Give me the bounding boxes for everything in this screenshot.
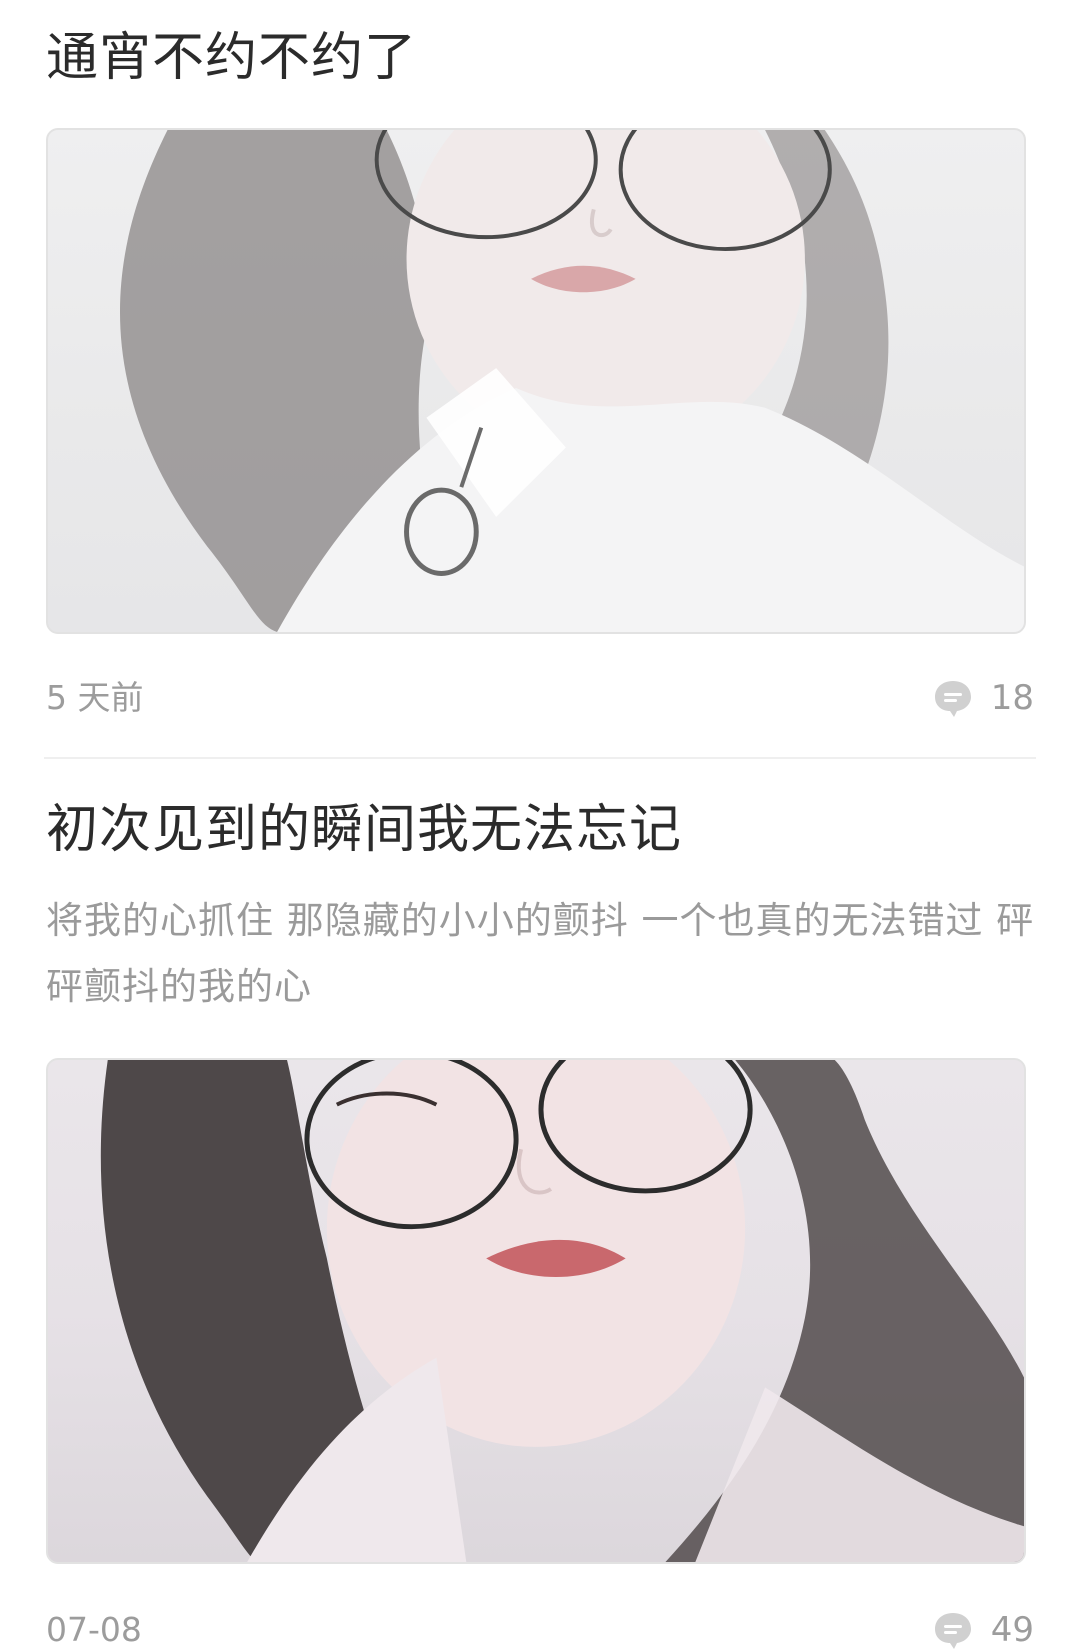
portrait-photo-image bbox=[100, 1060, 1024, 1562]
post-time: 5 天前 bbox=[46, 678, 144, 717]
comments-button[interactable]: 49 bbox=[933, 1608, 1034, 1652]
comment-count: 18 bbox=[990, 678, 1034, 718]
post-excerpt: 将我的心抓住 那隐藏的小小的颤抖 一个也真的无法错过 砰砰颤抖的我的心 bbox=[46, 899, 1035, 1008]
post-title[interactable]: 通宵不约不约了 bbox=[46, 28, 417, 88]
comment-bubble-icon bbox=[934, 1613, 971, 1649]
post-feed: 通宵不约不约了 5 天前 18 初次见到的瞬间我无法忘记 将我的心抓住 那隐藏的… bbox=[0, 0, 1080, 1650]
post-card[interactable]: 通宵不约不约了 5 天前 18 bbox=[0, 0, 1080, 758]
portrait-photo-image bbox=[119, 130, 1024, 632]
post-photo[interactable] bbox=[46, 1058, 1026, 1564]
comment-count: 49 bbox=[990, 1610, 1034, 1650]
post-meta: 07-08 49 bbox=[46, 1608, 1034, 1652]
comment-bubble-icon bbox=[934, 681, 971, 717]
post-card[interactable]: 初次见到的瞬间我无法忘记 将我的心抓住 那隐藏的小小的颤抖 一个也真的无法错过 … bbox=[0, 758, 1080, 1650]
post-title[interactable]: 初次见到的瞬间我无法忘记 bbox=[46, 800, 682, 860]
comments-button[interactable]: 18 bbox=[933, 676, 1034, 720]
post-photo[interactable] bbox=[46, 128, 1026, 634]
post-time: 07-08 bbox=[46, 1610, 142, 1649]
post-meta: 5 天前 18 bbox=[46, 676, 1034, 720]
